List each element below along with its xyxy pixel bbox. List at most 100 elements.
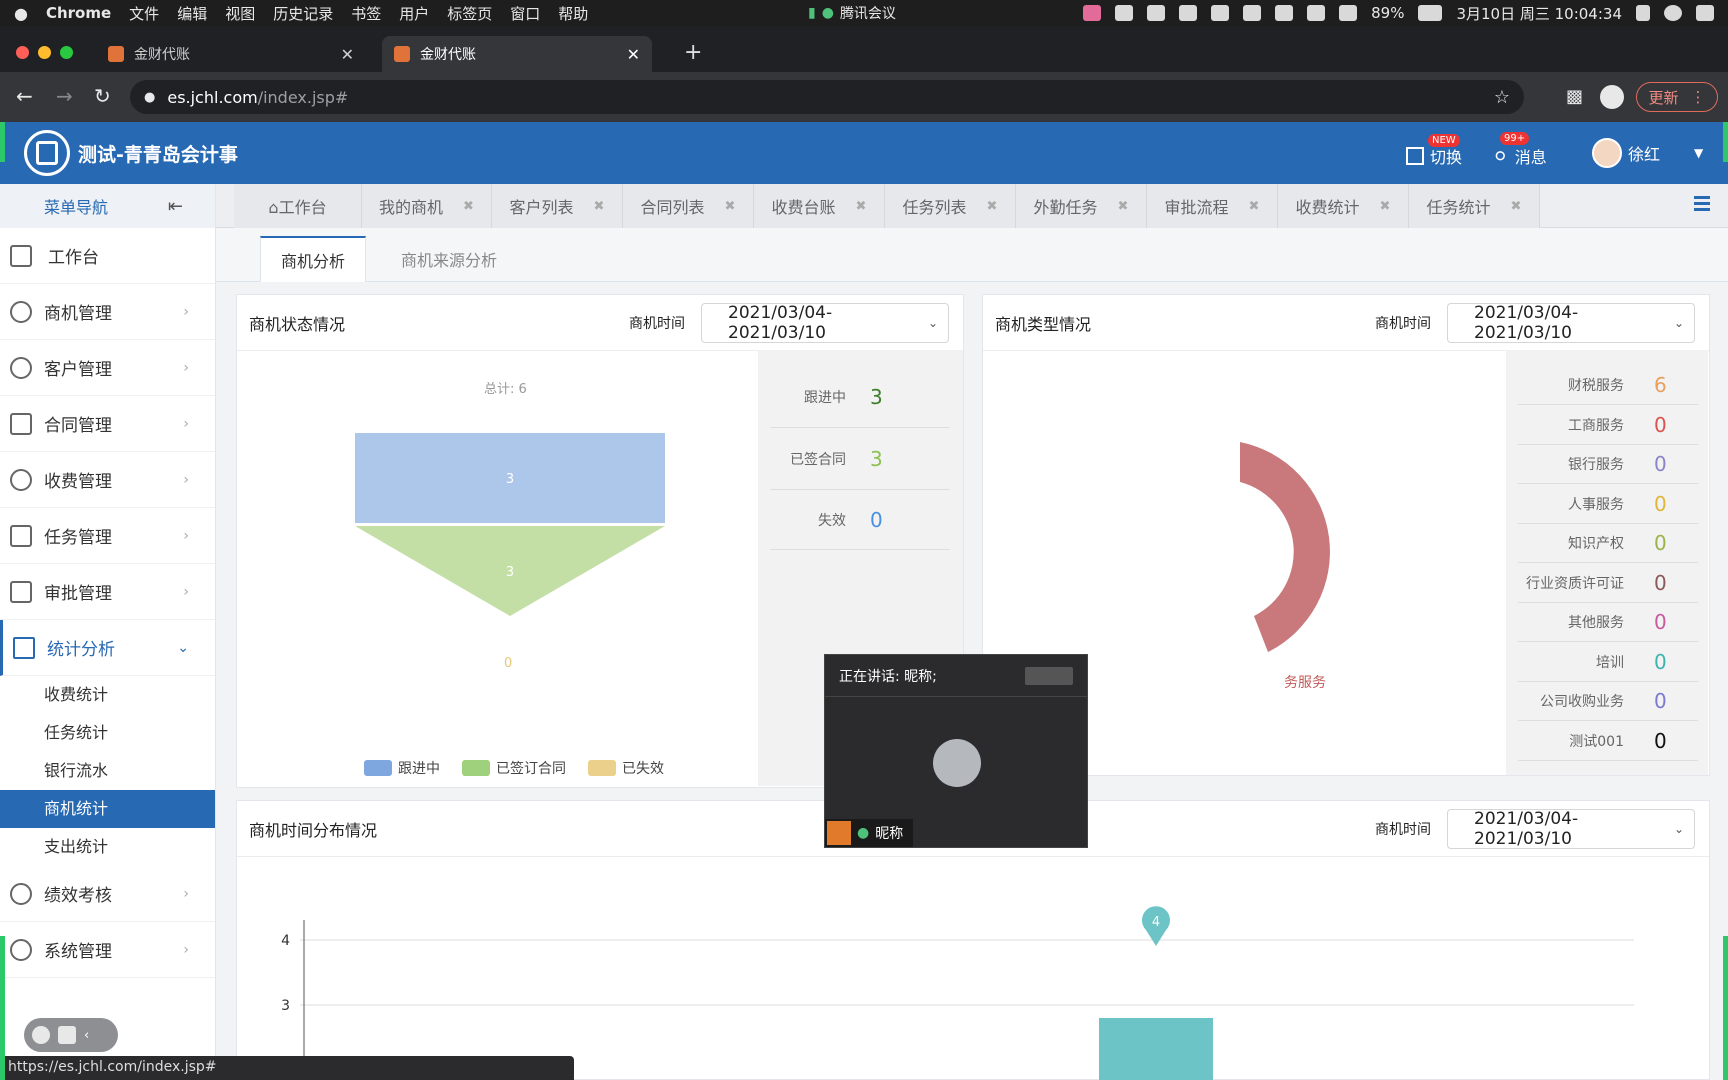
close-tab-icon[interactable]: ✖ — [1118, 199, 1129, 214]
bookmark-star-icon[interactable]: ☆ — [1494, 87, 1510, 108]
profile-avatar-icon[interactable] — [1600, 85, 1624, 109]
sidebar-item-opportunity[interactable]: 商机管理 › — [0, 284, 215, 340]
sidebar-item-fees[interactable]: 收费管理 › — [0, 452, 215, 508]
zoom-window-button[interactable] — [60, 46, 73, 59]
more-vert-icon[interactable]: ⋮ — [1691, 88, 1706, 106]
close-window-button[interactable] — [16, 46, 29, 59]
page-tab[interactable]: 审批流程 ✖ — [1147, 184, 1278, 228]
input-method-icon[interactable] — [1115, 5, 1134, 21]
meeting-video-window[interactable]: 正在讲话: 昵称; ● 昵称 — [824, 654, 1088, 848]
forward-icon[interactable]: → — [56, 84, 73, 108]
sidebar-item-customers[interactable]: 客户管理 › — [0, 340, 215, 396]
wps-icon[interactable] — [1243, 5, 1262, 21]
reload-icon[interactable]: ↻ — [94, 84, 111, 108]
floating-toolbar[interactable]: ‹ — [24, 1018, 118, 1052]
meeting-indicator[interactable]: ▮ ● 腾讯会议 — [808, 3, 896, 23]
menu-item[interactable]: 书签 — [351, 3, 381, 24]
page-tab-workbench[interactable]: ⌂工作台 — [234, 184, 362, 228]
back-icon[interactable]: ← — [16, 84, 33, 108]
page-tab[interactable]: 任务统计 ✖ — [1409, 184, 1540, 228]
sidebar-subitem-bank-flow[interactable]: 银行流水 — [0, 752, 215, 790]
menu-item[interactable]: 窗口 — [510, 3, 540, 24]
control-center-icon[interactable] — [1696, 5, 1714, 21]
hamburger-menu-icon[interactable] — [1694, 196, 1710, 214]
legend-item[interactable]: 已签订合同 — [462, 758, 566, 778]
tray-app-icon[interactable] — [1083, 5, 1102, 21]
menu-item[interactable]: 帮助 — [558, 3, 588, 24]
qq-icon[interactable] — [1179, 5, 1198, 21]
sidebar-subitem-task-stats[interactable]: 任务统计 — [0, 714, 215, 752]
emoji-icon[interactable] — [32, 1026, 50, 1044]
browser-tab[interactable]: 金财代账 ✕ — [96, 36, 366, 72]
legend-item[interactable]: 跟进中 — [364, 758, 440, 778]
close-tab-icon[interactable]: ✖ — [856, 199, 867, 214]
address-bar[interactable]: ● es.jchl.com /index.jsp# ☆ — [130, 80, 1524, 114]
page-tab[interactable]: 任务列表 ✖ — [885, 184, 1016, 228]
chevron-left-icon[interactable]: ‹ — [84, 1028, 89, 1043]
page-tab[interactable]: 外勤任务 ✖ — [1016, 184, 1147, 228]
menu-item[interactable]: 用户 — [399, 3, 429, 24]
siri-icon[interactable] — [1664, 5, 1682, 21]
battery-icon[interactable] — [1418, 5, 1443, 21]
sidebar-item-statistics[interactable]: 统计分析 ⌄ — [0, 620, 215, 676]
switch-button[interactable]: 切换 NEW — [1406, 134, 1462, 168]
clock[interactable]: 3月10日 周三 10:04:34 — [1456, 3, 1622, 24]
sidebar-subitem-opportunity-stats[interactable]: 商机统计 — [0, 790, 215, 828]
bluetooth-icon[interactable] — [1307, 5, 1326, 21]
extensions-icon[interactable]: ▩ — [1566, 86, 1583, 107]
legend-item[interactable]: 已失效 — [588, 758, 664, 778]
messages-button[interactable]: ⚪ 消息 99+ — [1492, 132, 1547, 168]
menu-item[interactable]: 视图 — [225, 3, 255, 24]
page-tab[interactable]: 合同列表 ✖ — [623, 184, 754, 228]
url-host: es.jchl.com — [167, 87, 258, 107]
sidebar-item-approval[interactable]: 审批管理 › — [0, 564, 215, 620]
date-range-select[interactable]: 2021/03/04-2021/03/10 ⌄ — [701, 302, 949, 343]
close-tab-icon[interactable]: ✕ — [341, 45, 354, 64]
close-tab-icon[interactable]: ✖ — [725, 199, 736, 214]
date-range-select[interactable]: 2021/03/04-2021/03/10 ⌄ — [1447, 302, 1695, 343]
menu-item[interactable]: 标签页 — [447, 3, 492, 24]
wubi-icon[interactable] — [1275, 5, 1294, 21]
sidebar-item-workbench[interactable]: 工作台 — [0, 228, 215, 284]
donut-slice-tax-service[interactable] — [1240, 442, 1330, 652]
close-tab-icon[interactable]: ✖ — [463, 199, 474, 214]
close-tab-icon[interactable]: ✖ — [1380, 199, 1391, 214]
sidebar-item-system[interactable]: 系统管理 › — [0, 922, 215, 978]
new-tab-icon[interactable]: + — [684, 40, 702, 65]
apple-icon[interactable]: ● — [14, 4, 28, 23]
chat-icon[interactable] — [58, 1026, 76, 1044]
user-menu[interactable]: 徐红 ▼ — [1592, 138, 1703, 168]
browser-tab-active[interactable]: 金财代账 ✕ — [382, 36, 652, 72]
spotlight-icon[interactable] — [1636, 5, 1650, 21]
sidebar-subitem-fee-stats[interactable]: 收费统计 — [0, 676, 215, 714]
close-tab-icon[interactable]: ✖ — [987, 199, 998, 214]
menu-item[interactable]: 文件 — [129, 3, 159, 24]
minimize-window-button[interactable] — [38, 46, 51, 59]
page-tab[interactable]: 收费统计 ✖ — [1278, 184, 1409, 228]
sidebar-item-performance[interactable]: 绩效考核 › — [0, 866, 215, 922]
bar[interactable] — [1099, 1018, 1213, 1080]
wechat-icon[interactable] — [1147, 5, 1166, 21]
menu-item[interactable]: 历史记录 — [273, 3, 333, 24]
feishu-icon[interactable] — [1211, 5, 1230, 21]
update-button[interactable]: 更新 ⋮ — [1636, 82, 1718, 112]
lock-icon[interactable]: ● — [144, 90, 155, 105]
page-tab[interactable]: 我的商机 ✖ — [362, 184, 492, 228]
menu-item[interactable]: 编辑 — [177, 3, 207, 24]
close-tab-icon[interactable]: ✖ — [594, 199, 605, 214]
close-tab-icon[interactable]: ✕ — [627, 45, 640, 64]
wifi-icon[interactable] — [1339, 5, 1358, 21]
close-tab-icon[interactable]: ✖ — [1511, 199, 1522, 214]
tab-opportunity-analysis[interactable]: 商机分析 — [260, 236, 366, 282]
date-range-select[interactable]: 2021/03/04-2021/03/10 ⌄ — [1447, 808, 1695, 849]
app-menu-name[interactable]: Chrome — [46, 4, 111, 22]
collapse-menu-icon[interactable]: ⇤ — [168, 196, 183, 217]
page-tab[interactable]: 收费台账 ✖ — [754, 184, 885, 228]
sidebar-item-tasks[interactable]: 任务管理 › — [0, 508, 215, 564]
sidebar-subitem-expense-stats[interactable]: 支出统计 — [0, 828, 215, 866]
close-tab-icon[interactable]: ✖ — [1249, 199, 1260, 214]
chevron-down-icon: ⌄ — [927, 315, 938, 330]
sidebar-item-contracts[interactable]: 合同管理 › — [0, 396, 215, 452]
tab-opportunity-source-analysis[interactable]: 商机来源分析 — [374, 236, 524, 282]
page-tab[interactable]: 客户列表 ✖ — [492, 184, 623, 228]
